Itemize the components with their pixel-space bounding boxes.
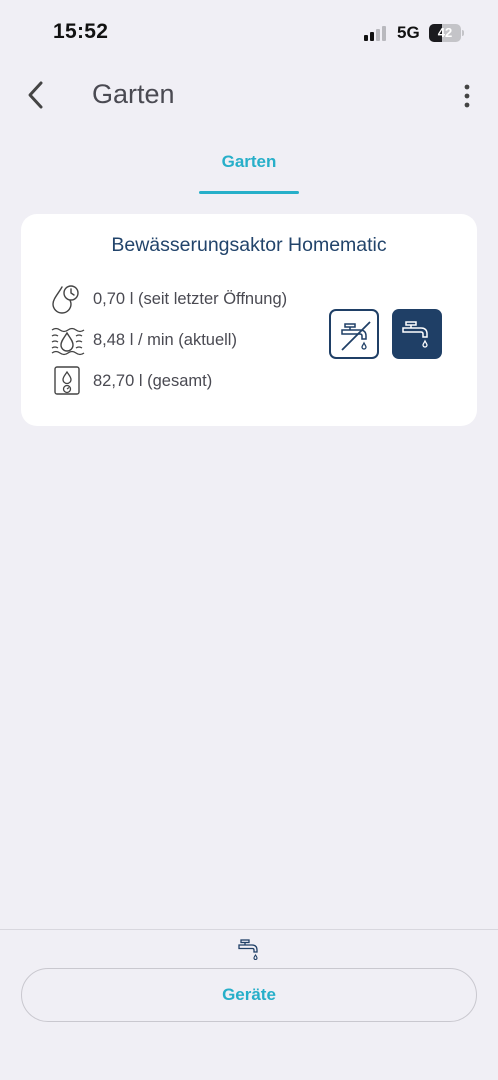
battery-icon: 42: [429, 24, 461, 42]
tap-icon: [238, 939, 258, 960]
stat-text: 0,70 l (seit letzter Öffnung): [93, 289, 288, 308]
bottom-divider: [0, 929, 498, 930]
status-time: 15:52: [53, 20, 109, 43]
active-tab-indicator: [199, 191, 299, 194]
stat-total: 82,70 l (gesamt): [49, 365, 212, 397]
tap-off-icon: [341, 321, 371, 351]
device-title: Bewässerungsaktor Homematic: [111, 234, 387, 256]
page-title: Garten: [92, 79, 175, 109]
navigation-bar: Garten: [0, 66, 498, 126]
tab-label: Garten: [221, 152, 277, 171]
back-button[interactable]: [20, 78, 54, 112]
valve-close-button[interactable]: [329, 309, 379, 359]
battery-level: 42: [437, 25, 453, 40]
status-bar: 15:52 5G 42: [0, 0, 498, 66]
devices-button-label: Geräte: [222, 985, 276, 1004]
water-meter-icon: [54, 366, 80, 395]
devices-button[interactable]: Geräte: [21, 968, 477, 1022]
network-type: 5G: [397, 23, 420, 42]
drop-clock-icon: [52, 285, 79, 314]
stat-current-flow: 8,48 l / min (aktuell): [49, 324, 237, 356]
more-vertical-icon: [464, 84, 470, 108]
tab-garten[interactable]: Garten: [199, 148, 299, 194]
more-options-button[interactable]: [453, 80, 481, 112]
device-card[interactable]: Bewässerungsaktor Homematic 0,70 l (seit…: [21, 214, 477, 426]
water-flow-icon: [51, 327, 85, 356]
cellular-signal-icon: [364, 26, 390, 41]
stat-since-last-opening: 0,70 l (seit letzter Öffnung): [49, 283, 287, 315]
stat-text: 82,70 l (gesamt): [93, 371, 213, 390]
battery-tip: [462, 30, 464, 36]
tap-on-icon: [402, 321, 428, 348]
stat-text: 8,48 l / min (aktuell): [93, 330, 237, 349]
chevron-left-icon: [28, 81, 43, 109]
valve-open-button[interactable]: [392, 309, 442, 359]
